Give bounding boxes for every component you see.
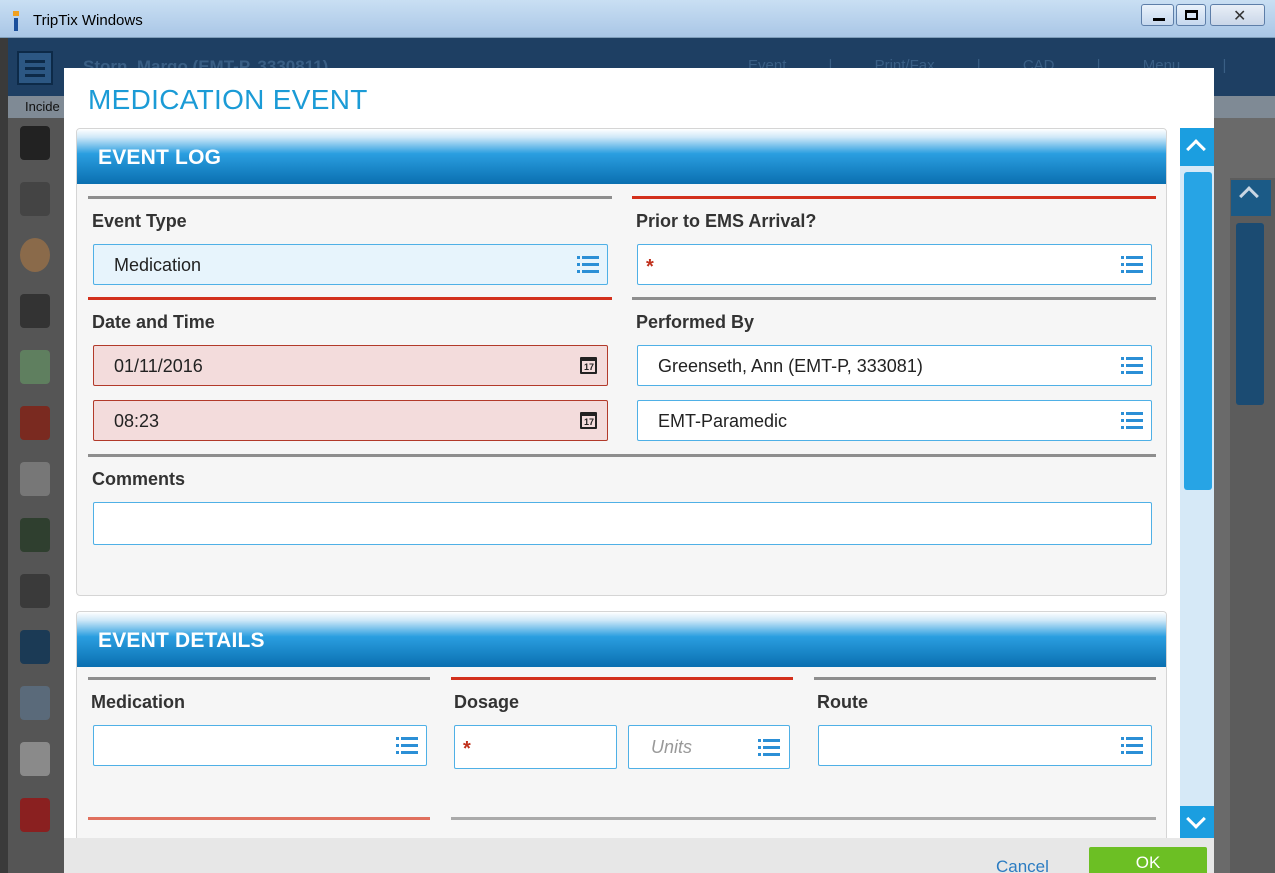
time-value: 08:23 bbox=[114, 411, 160, 431]
ecg-icon bbox=[20, 518, 50, 552]
dosage-label: Dosage bbox=[454, 692, 520, 712]
dialog-footer: Cancel OK bbox=[64, 838, 1214, 873]
comments-label: Comments bbox=[92, 469, 186, 489]
required-marker: * bbox=[646, 256, 654, 278]
date-value: 01/11/2016 bbox=[114, 356, 203, 376]
medication-event-dialog: MEDICATION EVENT EVENT LOG Event Type Me… bbox=[64, 68, 1214, 873]
notepad-icon bbox=[20, 462, 50, 496]
date-time-divider bbox=[88, 297, 612, 300]
background-scroll-thumb bbox=[1236, 223, 1264, 405]
route-label: Route bbox=[817, 692, 868, 712]
scroll-down-button[interactable] bbox=[1180, 806, 1214, 838]
event-log-panel: EVENT LOG Event Type Medication Prior to… bbox=[76, 128, 1167, 596]
list-icon[interactable] bbox=[1121, 357, 1143, 375]
event-type-value: Medication bbox=[114, 255, 202, 275]
briefcase-icon bbox=[20, 126, 50, 160]
window-titlebar: TripTix Windows ✕ bbox=[0, 0, 1275, 38]
dialog-scrollbar[interactable] bbox=[1180, 128, 1214, 838]
route-select[interactable] bbox=[818, 725, 1152, 766]
required-marker: * bbox=[463, 738, 471, 760]
list-icon[interactable] bbox=[396, 737, 418, 755]
date-time-label: Date and Time bbox=[92, 312, 215, 332]
time-field[interactable]: 08:23 17 bbox=[93, 400, 608, 441]
event-details-panel: EVENT DETAILS Medication Dosage * Units … bbox=[76, 611, 1167, 838]
medication-bottles-icon bbox=[20, 350, 50, 384]
dosage-divider bbox=[451, 677, 793, 680]
maximize-icon bbox=[1185, 10, 1198, 20]
performed-by-select[interactable]: Greenseth, Ann (EMT-P, 333081) bbox=[637, 345, 1152, 386]
cancel-button[interactable]: Cancel bbox=[996, 857, 1049, 873]
hospital-icon bbox=[20, 686, 50, 720]
performed-by-divider bbox=[632, 297, 1156, 300]
incident-tab: Incide bbox=[25, 99, 60, 114]
minimize-button[interactable] bbox=[1141, 4, 1174, 26]
performer-role-select[interactable]: EMT-Paramedic bbox=[637, 400, 1152, 441]
performed-by-value: Greenseth, Ann (EMT-P, 333081) bbox=[658, 356, 923, 376]
prior-to-ems-divider bbox=[632, 196, 1156, 199]
event-details-title: EVENT DETAILS bbox=[98, 629, 265, 652]
performer-role-value: EMT-Paramedic bbox=[658, 411, 788, 431]
comments-input[interactable] bbox=[93, 502, 1152, 545]
dosage-units-select[interactable]: Units bbox=[628, 725, 790, 769]
performed-by-label: Performed By bbox=[636, 312, 755, 332]
scroll-up-button[interactable] bbox=[1180, 128, 1214, 166]
comments-divider bbox=[88, 454, 1156, 457]
prior-to-ems-select[interactable]: * bbox=[637, 244, 1152, 285]
medical-bag-icon bbox=[20, 630, 50, 664]
event-type-select[interactable]: Medication bbox=[93, 244, 608, 285]
minimize-icon bbox=[1153, 18, 1165, 21]
event-type-divider bbox=[88, 196, 612, 199]
next-row-divider bbox=[88, 817, 430, 820]
list-icon[interactable] bbox=[1121, 256, 1143, 274]
calendar-icon[interactable]: 17 bbox=[580, 357, 597, 374]
close-button[interactable]: ✕ bbox=[1210, 4, 1265, 26]
background-scroll-up-icon bbox=[1231, 180, 1271, 216]
units-placeholder: Units bbox=[651, 737, 693, 757]
medication-select[interactable] bbox=[93, 725, 427, 766]
event-log-header: EVENT LOG bbox=[77, 129, 1166, 184]
first-aid-icon bbox=[20, 798, 50, 832]
calendar-icon[interactable]: 17 bbox=[580, 412, 597, 429]
list-icon[interactable] bbox=[1121, 412, 1143, 430]
close-icon: ✕ bbox=[1233, 8, 1247, 25]
medication-divider bbox=[88, 677, 430, 680]
patient-icon bbox=[20, 238, 50, 272]
chevron-down-icon bbox=[1186, 809, 1206, 829]
anatomy-icon bbox=[20, 406, 50, 440]
xray-icon bbox=[20, 574, 50, 608]
menu-grid-icon bbox=[17, 51, 53, 85]
ambulance-icon bbox=[20, 742, 50, 776]
road-icon bbox=[20, 182, 50, 216]
chevron-up-icon bbox=[1186, 139, 1206, 159]
route-divider bbox=[814, 677, 1156, 680]
event-log-title: EVENT LOG bbox=[98, 146, 222, 169]
event-details-header: EVENT DETAILS bbox=[77, 612, 1166, 667]
scroll-thumb[interactable] bbox=[1184, 172, 1212, 490]
dialog-title: MEDICATION EVENT bbox=[88, 84, 368, 115]
list-icon[interactable] bbox=[577, 256, 599, 274]
window-title: TripTix Windows bbox=[33, 12, 143, 29]
event-type-label: Event Type bbox=[92, 211, 187, 231]
dosage-input[interactable]: * bbox=[454, 725, 617, 769]
date-field[interactable]: 01/11/2016 17 bbox=[93, 345, 608, 386]
list-icon[interactable] bbox=[758, 739, 780, 757]
next-row-divider bbox=[451, 817, 1156, 820]
app-logo-icon bbox=[13, 11, 19, 31]
prior-to-ems-label: Prior to EMS Arrival? bbox=[636, 211, 817, 231]
maximize-button[interactable] bbox=[1176, 4, 1206, 26]
stethoscope-icon bbox=[20, 294, 50, 328]
app-sidebar bbox=[8, 118, 64, 873]
list-icon[interactable] bbox=[1121, 737, 1143, 755]
ok-button[interactable]: OK bbox=[1089, 847, 1207, 873]
medication-label: Medication bbox=[91, 692, 186, 712]
